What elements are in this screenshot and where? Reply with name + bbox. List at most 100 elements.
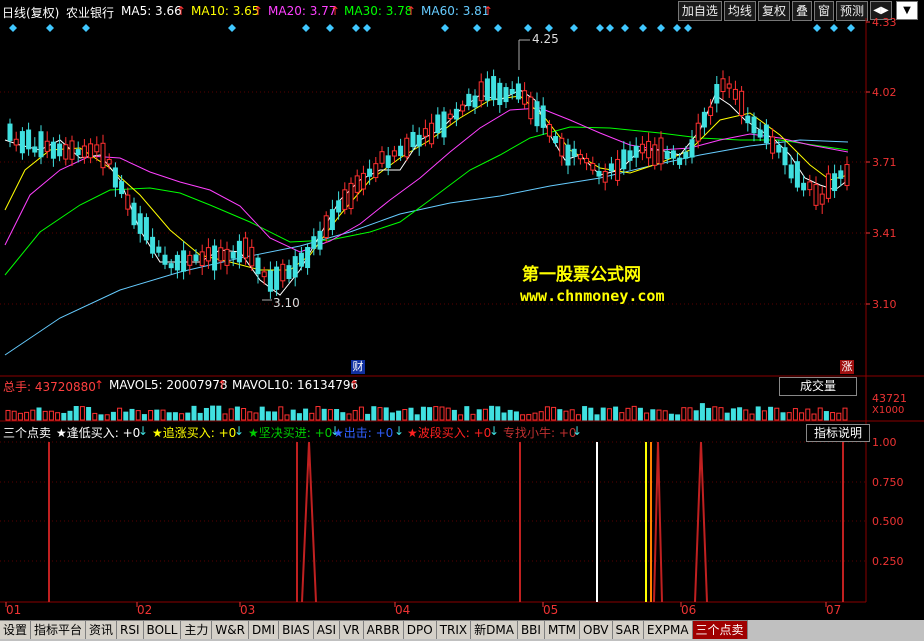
candle-body: [658, 137, 664, 165]
tab-20[interactable]: 三个点卖: [692, 620, 748, 639]
tab-2[interactable]: 资讯: [86, 620, 118, 639]
volume-bar: [98, 414, 104, 421]
volume-bar: [817, 407, 823, 421]
volume-bar: [303, 408, 309, 421]
volume-bar: [5, 409, 11, 421]
signal-item: ★追涨买入: +0: [152, 426, 237, 440]
candle-body: [143, 217, 149, 241]
watermark-url: www.chnmoney.com: [520, 287, 665, 305]
candle-body: [701, 111, 707, 128]
tab-12[interactable]: DPO: [403, 620, 437, 639]
tab-7[interactable]: DMI: [248, 620, 280, 639]
kline-chart[interactable]: [0, 0, 924, 641]
tab-15[interactable]: BBI: [517, 620, 545, 639]
tab-1[interactable]: 指标平台: [31, 620, 87, 639]
candle-body: [621, 149, 627, 170]
volume-bar: [718, 407, 724, 421]
tab-18[interactable]: SAR: [612, 620, 644, 639]
volume-bar: [160, 409, 166, 421]
candle-body: [236, 240, 242, 263]
volume-bar: [222, 413, 228, 421]
volume-bar: [687, 407, 693, 421]
candle-body: [534, 101, 540, 127]
indicator-help-button[interactable]: 指标说明: [806, 424, 870, 442]
volume-bar: [321, 408, 327, 421]
candle-body: [261, 271, 267, 278]
candle-body: [646, 140, 652, 159]
signal-diamonds: [9, 24, 855, 32]
tab-14[interactable]: 新DMA: [471, 620, 518, 639]
volume-bar: [42, 410, 48, 421]
volume-bar: [675, 414, 681, 421]
tab-13[interactable]: TRIX: [436, 620, 472, 639]
tab-19[interactable]: EXPMA: [643, 620, 693, 639]
signal-spikes: [48, 441, 844, 603]
tab-4[interactable]: BOLL: [143, 620, 182, 639]
volume-bar: [526, 414, 532, 421]
signal-diamond: [596, 24, 604, 32]
tab-17[interactable]: OBV: [580, 620, 613, 639]
tab-9[interactable]: ASI: [313, 620, 341, 639]
tab-3[interactable]: RSI: [117, 620, 144, 639]
candle-body: [503, 87, 509, 103]
candle-body: [435, 114, 441, 134]
volume-bar: [154, 409, 160, 421]
candle-body: [615, 158, 621, 181]
volume-bar: [805, 408, 811, 421]
finance-event-badge[interactable]: 财: [351, 360, 365, 374]
volume-bar: [780, 412, 786, 421]
candle-body: [584, 157, 590, 164]
tab-5[interactable]: 主力: [181, 620, 213, 639]
volume-bar: [11, 410, 17, 421]
candle-body: [131, 202, 137, 226]
candle-body: [106, 158, 112, 165]
tab-11[interactable]: ARBR: [363, 620, 404, 639]
tab-0[interactable]: 设置: [0, 620, 32, 639]
volume-bar: [166, 412, 172, 421]
volume-bar: [61, 412, 67, 421]
signal-diamond: [363, 24, 371, 32]
candle-body: [466, 93, 472, 107]
volume-bar: [48, 410, 54, 421]
candle-body: [844, 164, 850, 187]
volume-bar: [482, 408, 488, 421]
volume-bar: [67, 410, 73, 421]
candle-body: [329, 209, 335, 231]
candle-body: [515, 83, 521, 100]
candle-body: [354, 175, 360, 193]
volume-bar: [340, 412, 346, 421]
signal-diamond: [352, 24, 360, 32]
ma5-line: [4, 89, 849, 296]
limit-up-badge[interactable]: 涨: [840, 360, 854, 374]
candle-body: [689, 139, 695, 158]
tab-8[interactable]: BIAS: [279, 620, 314, 639]
volume-bar: [197, 412, 203, 421]
volume-bar: [520, 414, 526, 421]
volume-bar: [179, 413, 185, 421]
candle-body: [491, 76, 497, 101]
tab-16[interactable]: MTM: [544, 620, 580, 639]
volume-bar: [272, 411, 278, 421]
signal-axis-tick: 0.250: [872, 555, 904, 568]
volume-bar: [402, 409, 408, 421]
candle-body: [367, 168, 373, 177]
candle-body: [243, 237, 249, 259]
volume-bar: [650, 409, 656, 421]
volume-bar: [135, 410, 141, 421]
candle-body: [26, 129, 32, 150]
indicator-select[interactable]: 成交量: [779, 377, 857, 396]
candle-body: [478, 81, 484, 102]
volume-bar: [830, 412, 836, 421]
volume-bar: [768, 406, 774, 421]
tab-10[interactable]: VR: [340, 620, 364, 639]
volume-bar: [464, 406, 470, 421]
candle-body: [373, 163, 379, 179]
volume-bar: [104, 414, 110, 421]
candle-body: [13, 138, 19, 146]
volume-bar: [73, 406, 79, 421]
arrow-down-icon: ↓: [489, 424, 500, 438]
candle-body: [813, 184, 819, 206]
tab-6[interactable]: W&R: [212, 620, 249, 639]
candle-body: [168, 263, 174, 269]
volume-bar: [743, 409, 749, 421]
